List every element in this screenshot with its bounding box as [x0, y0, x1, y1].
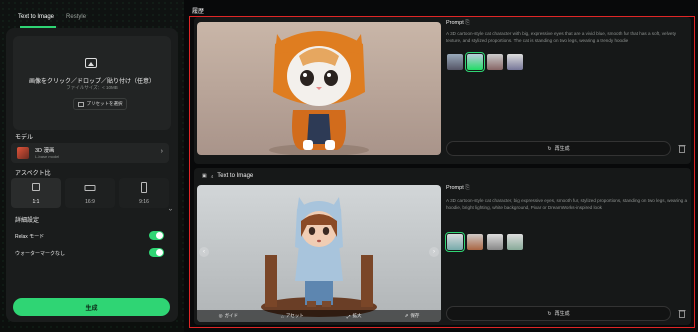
generate-button[interactable]: 生成 — [13, 298, 170, 316]
regenerate-button[interactable]: ↻ 再生成 — [446, 306, 671, 321]
prompt-label: Prompt ⎘ — [446, 185, 470, 191]
tool-label: 拡大 — [352, 313, 362, 318]
aspect-option-1-1[interactable]: 1:1 — [11, 178, 61, 208]
relax-mode-toggle[interactable] — [149, 231, 164, 240]
guide-tool[interactable]: ◎ ガイド — [219, 313, 238, 319]
regenerate-button[interactable]: ↻ 再生成 — [446, 141, 671, 156]
portrait-icon — [141, 182, 147, 193]
guide-icon: ◎ — [218, 313, 223, 318]
card-mode-title: Text to Image — [217, 173, 254, 179]
preset-icon — [77, 101, 84, 107]
generated-image-girl-cat-hoodie[interactable]: ‹ › ◎ ガイド ⌂ アセット ⤢ 拡大 ⇗ 保存 — [197, 185, 441, 322]
aspect-label: 16:9 — [85, 199, 95, 205]
girl-cat-hoodie-illustration — [261, 197, 377, 317]
variation-thumbnail[interactable] — [465, 52, 485, 72]
image-toolbar: ◎ ガイド ⌂ アセット ⤢ 拡大 ⇗ 保存 — [197, 310, 441, 322]
save-tool[interactable]: ⇗ 保存 — [405, 313, 420, 319]
relax-mode-row: Relax モード — [11, 229, 169, 243]
next-image-button[interactable]: › — [429, 247, 439, 257]
trash-icon[interactable] — [678, 309, 686, 318]
variation-thumbnail[interactable] — [487, 54, 503, 70]
select-preset-label: プリセットを選択 — [86, 101, 123, 106]
variation-thumbnails — [445, 232, 523, 252]
variation-thumbnail[interactable] — [507, 54, 523, 70]
mode-tabs: Text to Image Restyle — [0, 0, 184, 28]
model-subtitle: L-base model — [35, 154, 60, 159]
image-count-icon: ▣ — [202, 173, 207, 179]
upload-file-size-hint: ファイルサイズ：< 10MB — [66, 85, 118, 90]
variation-thumbnail[interactable] — [467, 234, 483, 250]
tool-label: アセット — [285, 313, 304, 318]
no-watermark-row: ウォーターマークなし — [11, 246, 169, 260]
relax-mode-label: Relax モード — [15, 234, 45, 240]
image-count: 4 — [210, 173, 214, 179]
history-card-2: ▣ 4 Text to Image ‹ › ◎ ガイド ⌂ アセット ⤢ 拡大 … — [194, 168, 691, 325]
cat-orange-hoodie-illustration — [269, 31, 369, 155]
model-name: 3D 漫画 — [35, 148, 55, 154]
prompt-text: A 3D cartoon-style cat character with bi… — [446, 31, 677, 43]
model-thumbnail — [17, 147, 29, 159]
aspect-ratio-options: 1:1 16:9 9:16 — [11, 178, 169, 208]
refresh-icon: ↻ — [547, 145, 552, 152]
variation-thumbnail[interactable] — [507, 234, 523, 250]
asset-icon: ⌂ — [281, 313, 284, 319]
history-list: Prompt ⎘ A 3D cartoon-style cat characte… — [189, 16, 695, 328]
square-icon — [32, 183, 40, 191]
advanced-section-label: 詳細設定 — [15, 218, 40, 224]
aspect-option-9-16[interactable]: 9:16 — [119, 178, 169, 208]
landscape-icon — [84, 185, 96, 191]
no-watermark-toggle[interactable] — [149, 248, 164, 257]
chevron-down-icon[interactable]: › — [167, 209, 174, 225]
history-card-1: Prompt ⎘ A 3D cartoon-style cat characte… — [194, 17, 691, 164]
aspect-section-label: アスペクト比 — [15, 171, 51, 177]
no-watermark-label: ウォーターマークなし — [15, 251, 66, 257]
prompt-label: Prompt ⎘ — [446, 20, 470, 26]
share-icon: ⇗ — [404, 313, 409, 318]
upload-title: 画像をクリック／ドロップ／貼り付け（任意） — [28, 79, 155, 85]
upscale-tool[interactable]: ⤢ 拡大 — [347, 313, 362, 319]
aspect-label: 9:16 — [139, 199, 149, 205]
generated-image-cat-orange-hoodie[interactable] — [197, 22, 441, 155]
variation-thumbnail[interactable] — [447, 54, 463, 70]
copy-icon[interactable]: ⎘ — [465, 20, 469, 26]
chevron-right-icon: › — [160, 148, 163, 155]
previous-image-button[interactable]: ‹ — [199, 247, 209, 257]
image-upload-icon — [85, 58, 97, 68]
model-section-label: モデル — [15, 135, 34, 141]
prompt-text: A 3D cartoon-style cat character, big ex… — [446, 198, 688, 210]
select-preset-button[interactable]: プリセットを選択 — [73, 98, 127, 110]
expand-icon: ⤢ — [346, 313, 351, 319]
tool-label: ガイド — [224, 313, 239, 318]
tab-text-to-image[interactable]: Text to Image — [12, 14, 60, 28]
variation-thumbnails — [447, 52, 523, 72]
aspect-option-16-9[interactable]: 16:9 — [65, 178, 115, 208]
aspect-label: 1:1 — [32, 199, 40, 205]
image-upload-dropzone[interactable]: 画像をクリック／ドロップ／貼り付け（任意） ファイルサイズ：< 10MB プリセ… — [13, 36, 171, 130]
copy-icon[interactable]: ⎘ — [465, 185, 469, 191]
variation-thumbnail[interactable] — [487, 234, 503, 250]
tab-restyle[interactable]: Restyle — [60, 14, 92, 28]
regenerate-label: 再生成 — [554, 146, 570, 152]
history-title: 履歴 — [192, 9, 205, 15]
refresh-icon: ↻ — [547, 310, 552, 317]
regenerate-label: 再生成 — [554, 311, 570, 317]
tool-label: 保存 — [410, 313, 420, 318]
card-header: ▣ 4 Text to Image — [202, 173, 253, 179]
variation-thumbnail[interactable] — [445, 232, 465, 252]
trash-icon[interactable] — [678, 144, 686, 153]
model-selector[interactable]: 3D 漫画 L-base model › — [11, 143, 169, 163]
left-panel: Text to Image Restyle 画像をクリック／ドロップ／貼り付け（… — [0, 0, 184, 332]
asset-tool[interactable]: ⌂ アセット — [281, 313, 304, 319]
